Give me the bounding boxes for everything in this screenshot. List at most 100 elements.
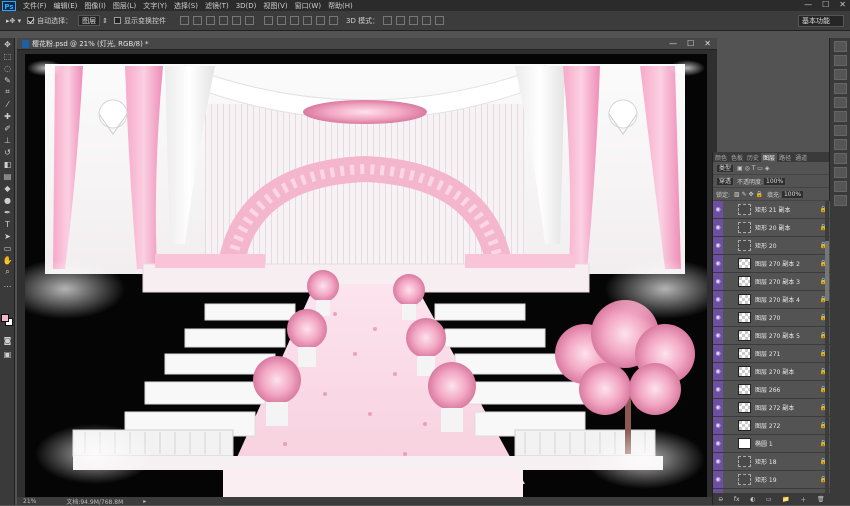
menu-3d[interactable]: 3D(D) <box>236 2 257 10</box>
more-tools-icon[interactable]: … <box>1 278 14 290</box>
type-tool-icon[interactable]: T <box>1 218 14 230</box>
adjustments-panel-icon[interactable] <box>834 69 847 80</box>
paths-panel-icon[interactable] <box>834 153 847 164</box>
stamp-tool-icon[interactable]: ⊥ <box>1 134 14 146</box>
status-arrow-icon[interactable]: ▸ <box>143 498 146 505</box>
layer-row[interactable]: ◉ 矩形 21 副本 🔒 <box>713 201 830 219</box>
distribute-right-icon[interactable] <box>329 16 338 25</box>
scrollbar-thumb[interactable] <box>825 241 829 301</box>
layer-row[interactable]: ◉ 图层 270 副本 3 🔒 <box>713 273 830 291</box>
align-top-icon[interactable] <box>180 16 189 25</box>
menu-layer[interactable]: 图层(L) <box>113 1 136 11</box>
healing-tool-icon[interactable]: ✚ <box>1 110 14 122</box>
lasso-tool-icon[interactable]: ◌ <box>1 62 14 74</box>
tab-swatches[interactable]: 色板 <box>729 153 745 162</box>
menu-file[interactable]: 文件(F) <box>23 1 47 11</box>
menu-edit[interactable]: 编辑(E) <box>54 1 78 11</box>
workspace-dropdown[interactable]: 基本功能 <box>798 15 844 27</box>
show-transform-checkbox[interactable] <box>114 17 121 24</box>
visibility-eye-icon[interactable]: ◉ <box>713 363 723 380</box>
foreground-color-swatch[interactable] <box>1 314 9 322</box>
visibility-eye-icon[interactable]: ◉ <box>713 201 723 218</box>
eraser-tool-icon[interactable]: ◧ <box>1 158 14 170</box>
menu-view[interactable]: 视图(V) <box>263 1 287 11</box>
swatches-panel-icon[interactable] <box>834 55 847 66</box>
visibility-eye-icon[interactable]: ◉ <box>713 291 723 308</box>
tab-color[interactable]: 颜色 <box>713 153 729 162</box>
visibility-eye-icon[interactable]: ◉ <box>713 327 723 344</box>
gradient-tool-icon[interactable]: ▤ <box>1 170 14 182</box>
quick-mask-icon[interactable]: ◙ <box>1 334 14 346</box>
layer-filter-dropdown[interactable]: 类型 <box>716 163 735 173</box>
link-layers-icon[interactable]: ⊖ <box>718 496 723 503</box>
layer-row[interactable]: ◉ 图层 266 🔒 <box>713 381 830 399</box>
auto-select-checkbox[interactable] <box>27 17 35 24</box>
filter-icons[interactable]: ▣ ◎ T ▭ ◈ <box>737 165 769 172</box>
tab-history[interactable]: 历史 <box>745 153 761 162</box>
layer-row[interactable]: ◉ 图层 270 副本 4 🔒 <box>713 291 830 309</box>
align-left-icon[interactable] <box>219 16 228 25</box>
quick-select-tool-icon[interactable]: ✎ <box>1 74 14 86</box>
3d-roll-icon[interactable] <box>396 16 406 25</box>
distribute-bottom-icon[interactable] <box>290 16 299 25</box>
layer-row[interactable]: ◉ 矩形 19 🔒 <box>713 471 830 489</box>
new-layer-icon[interactable]: ＋ <box>800 495 806 504</box>
visibility-eye-icon[interactable]: ◉ <box>713 237 723 254</box>
align-vcenter-icon[interactable] <box>193 16 202 25</box>
tab-channels[interactable]: 通道 <box>793 153 809 162</box>
tab-layers[interactable]: 图层 <box>761 152 778 162</box>
adjustment-layer-icon[interactable]: ▭ <box>766 496 772 503</box>
channels-panel-icon[interactable] <box>834 139 847 150</box>
path-select-tool-icon[interactable]: ➤ <box>1 230 14 242</box>
fill-input[interactable]: 100% <box>780 189 805 199</box>
character-panel-icon[interactable] <box>834 167 847 178</box>
layer-row[interactable]: ◉ 图层 272 副本 🔒 <box>713 399 830 417</box>
visibility-eye-icon[interactable]: ◉ <box>713 453 723 470</box>
layer-row[interactable]: ◉ 矩形 20 副本 🔒 <box>713 219 830 237</box>
visibility-eye-icon[interactable]: ◉ <box>713 399 723 416</box>
layer-row[interactable]: ◉ 图层 270 副本 5 🔒 <box>713 327 830 345</box>
menu-select[interactable]: 选择(S) <box>174 1 198 11</box>
3d-scale-icon[interactable] <box>435 16 445 25</box>
color-panel-icon[interactable] <box>834 41 847 52</box>
layer-row[interactable]: ◉ 图层 270 副本 2 🔒 <box>713 255 830 273</box>
3d-slide-icon[interactable] <box>422 16 432 25</box>
minimize-icon[interactable]: — <box>804 0 812 9</box>
tab-paths[interactable]: 路径 <box>777 153 793 162</box>
zoom-level[interactable]: 21% <box>23 498 36 505</box>
layers-panel-icon[interactable] <box>834 125 847 136</box>
doc-maximize-icon[interactable]: ☐ <box>687 39 694 48</box>
blur-tool-icon[interactable]: ◆ <box>1 182 14 194</box>
visibility-eye-icon[interactable]: ◉ <box>713 381 723 398</box>
screen-mode-icon[interactable]: ▣ <box>1 348 14 360</box>
lock-icons[interactable]: ▨ ✎ ✥ 🔒 <box>734 191 763 198</box>
doc-close-icon[interactable]: ✕ <box>704 39 711 48</box>
auto-select-dropdown[interactable]: 图层 <box>78 15 101 26</box>
layer-row[interactable]: ◉ 图层 272 🔒 <box>713 417 830 435</box>
crop-tool-icon[interactable]: ⌗ <box>1 86 14 98</box>
delete-layer-icon[interactable]: 🗑 <box>817 496 825 503</box>
marquee-tool-icon[interactable]: ⬚ <box>1 50 14 62</box>
brush-panel-icon[interactable] <box>834 195 847 206</box>
align-hcenter-icon[interactable] <box>232 16 241 25</box>
distribute-hcenter-icon[interactable] <box>316 16 325 25</box>
pen-tool-icon[interactable]: ✒ <box>1 206 14 218</box>
distribute-left-icon[interactable] <box>303 16 312 25</box>
layer-row[interactable]: ◉ 图层 271 🔒 <box>713 345 830 363</box>
move-tool-icon[interactable]: ▸✥ ▾ <box>6 17 21 25</box>
auto-select-option[interactable]: 自动选择： <box>27 16 72 26</box>
layers-scrollbar[interactable] <box>825 201 829 493</box>
visibility-eye-icon[interactable]: ◉ <box>713 345 723 362</box>
move-tool-icon[interactable]: ✥ <box>1 38 14 50</box>
zoom-tool-icon[interactable]: ⌕ <box>1 266 14 278</box>
layer-row[interactable]: ◉ 椭圆 1 🔒 <box>713 435 830 453</box>
doc-minimize-icon[interactable]: — <box>669 39 677 48</box>
dodge-tool-icon[interactable]: ● <box>1 194 14 206</box>
3d-pan-icon[interactable] <box>409 16 419 25</box>
new-group-icon[interactable]: 📁 <box>782 496 789 503</box>
visibility-eye-icon[interactable]: ◉ <box>713 471 723 488</box>
styles-panel-icon[interactable] <box>834 83 847 94</box>
layer-row[interactable]: ◉ 矩形 18 🔒 <box>713 453 830 471</box>
menu-type[interactable]: 文字(Y) <box>143 1 167 11</box>
menu-window[interactable]: 窗口(W) <box>295 1 321 11</box>
